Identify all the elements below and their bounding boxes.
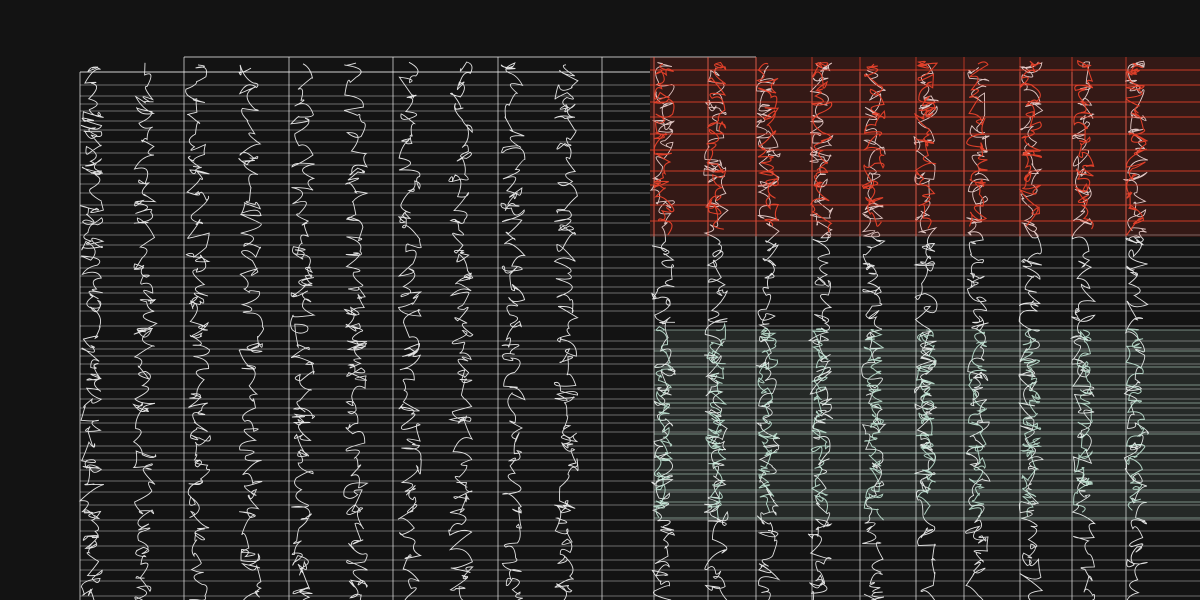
red-overlay (650, 57, 1200, 237)
generative-scribble-grid (0, 0, 1200, 600)
mint-overlay-fill (654, 330, 1200, 520)
mint-overlay (653, 322, 1200, 521)
